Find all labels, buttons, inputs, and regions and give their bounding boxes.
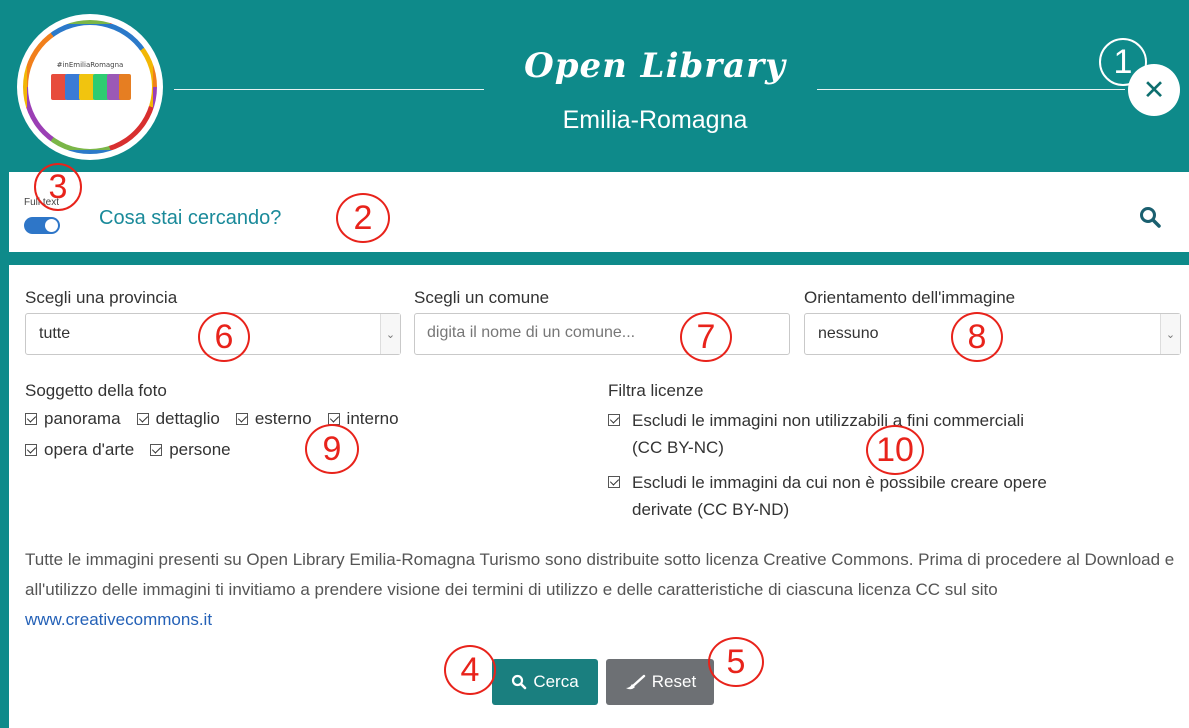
- annotation-8: 8: [951, 312, 1003, 362]
- creativecommons-link[interactable]: www.creativecommons.it: [25, 610, 212, 629]
- search-strip: [9, 252, 1189, 265]
- orientamento-value: nessuno: [818, 325, 879, 342]
- checkbox-icon: [136, 413, 149, 425]
- checkbox-persone[interactable]: persone: [150, 440, 231, 460]
- annotation-4: 4: [444, 645, 496, 695]
- license-nd-label: Escludi le immagini da cui non è possibi…: [632, 473, 1047, 519]
- notice-text: Tutte le immagini presenti su Open Libra…: [25, 550, 1175, 599]
- left-rail: [0, 0, 9, 728]
- checkbox-icon: [25, 444, 37, 456]
- checkbox-esterno[interactable]: esterno: [235, 409, 312, 429]
- orientamento-label: Orientamento dell'immagine: [804, 288, 1016, 307]
- reset-button-label: Reset: [651, 672, 697, 691]
- soggetto-row-1: panorama dettaglio esterno interno: [25, 409, 415, 429]
- license-notice: Tutte le immagini presenti su Open Libra…: [25, 545, 1175, 635]
- fulltext-toggle[interactable]: [24, 217, 60, 234]
- search-input[interactable]: [99, 201, 1099, 235]
- soggetto-row-2: opera d'arte persone: [25, 440, 247, 460]
- soggetto-label: Soggetto della foto: [25, 381, 167, 400]
- checkbox-label: persone: [169, 440, 231, 459]
- checkbox-icon: [150, 444, 163, 456]
- checkbox-icon: [608, 414, 620, 426]
- logo: #inEmiliaRomagna: [17, 14, 163, 160]
- comune-label: Scegli un comune: [414, 288, 550, 307]
- title-line-right: [817, 89, 1125, 90]
- annotation-5: 5: [708, 637, 764, 687]
- annotation-3: 3: [34, 163, 82, 211]
- license-nd-checkbox[interactable]: Escludi le immagini da cui non è possibi…: [608, 469, 1052, 523]
- chevron-down-icon: ⌄: [1160, 314, 1180, 354]
- license-nc-checkbox[interactable]: Escludi le immagini non utilizzabili a f…: [608, 407, 1052, 461]
- license-nc-label: Escludi le immagini non utilizzabili a f…: [632, 411, 1025, 457]
- checkbox-label: esterno: [254, 409, 312, 428]
- search-icon[interactable]: [1138, 205, 1164, 231]
- header: #inEmiliaRomagna Open Library Emilia-Rom…: [9, 0, 1189, 172]
- checkbox-icon: [608, 476, 620, 488]
- checkbox-label: interno: [346, 409, 399, 428]
- annotation-2: 2: [336, 193, 390, 243]
- search-button[interactable]: Cerca: [492, 659, 598, 705]
- checkbox-panorama[interactable]: panorama: [25, 409, 121, 429]
- checkbox-icon: [235, 413, 248, 425]
- annotation-10: 10: [866, 425, 924, 475]
- province-value: tutte: [39, 325, 71, 342]
- checkbox-label: panorama: [44, 409, 121, 428]
- chevron-down-icon: ⌄: [380, 314, 400, 354]
- close-icon: ✕: [1142, 74, 1166, 106]
- comune-input-box[interactable]: [414, 313, 790, 355]
- reset-button[interactable]: Reset: [606, 659, 714, 705]
- licenze-label: Filtra licenze: [608, 381, 704, 400]
- checkbox-label: dettaglio: [155, 409, 220, 428]
- title-line-left: [174, 89, 484, 90]
- annotation-1: 1: [1099, 38, 1147, 86]
- search-icon: [512, 674, 527, 690]
- logo-blocks: [51, 74, 131, 104]
- brush-icon: [625, 674, 645, 690]
- annotation-7: 7: [680, 312, 732, 362]
- brand-title: Open Library: [524, 46, 786, 86]
- comune-input[interactable]: [427, 324, 787, 342]
- search-button-label: Cerca: [533, 672, 579, 691]
- annotation-6: 6: [198, 312, 250, 362]
- logo-tag: #inEmiliaRomagna: [56, 61, 124, 69]
- search-bar: Full text: [14, 181, 1183, 253]
- modal: #inEmiliaRomagna Open Library Emilia-Rom…: [0, 0, 1189, 728]
- province-label: Scegli una provincia: [25, 288, 178, 307]
- toggle-knob: [45, 219, 58, 232]
- checkbox-opera-arte[interactable]: opera d'arte: [25, 440, 134, 460]
- brand-subtitle: Emilia-Romagna: [562, 106, 748, 134]
- checkbox-icon: [25, 413, 37, 425]
- annotation-9: 9: [305, 424, 359, 474]
- checkbox-dettaglio[interactable]: dettaglio: [136, 409, 220, 429]
- checkbox-label: opera d'arte: [44, 440, 135, 459]
